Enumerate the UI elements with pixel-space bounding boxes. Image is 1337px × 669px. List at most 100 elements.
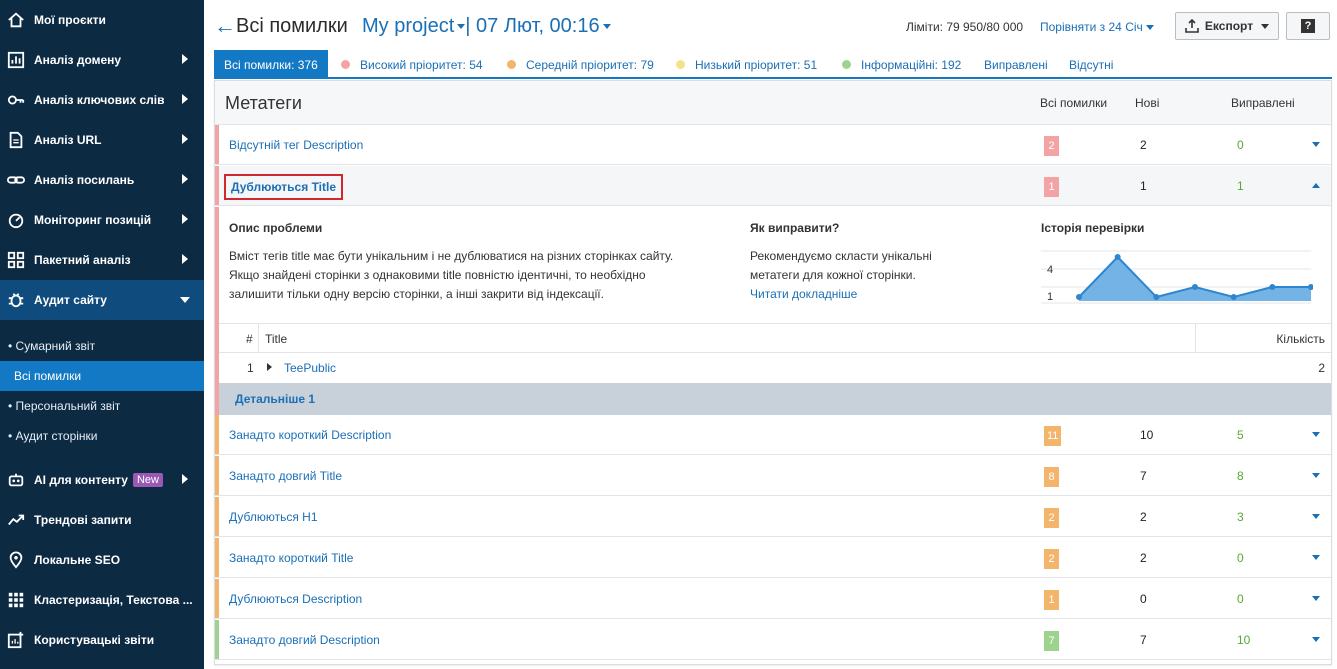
sidebar-item-domain-analysis[interactable]: Аналіз домену [0,40,204,80]
error-row[interactable]: Занадто короткий Description 11 10 5 [215,415,1331,455]
column-header-title: Title [265,332,288,346]
error-name-highlighted[interactable]: Дублюються Title [224,174,344,200]
error-name[interactable]: Занадто довгий Description [229,633,380,647]
details-bar[interactable]: Детальніше 1 [219,383,1331,415]
table-header: # Title Кількість [219,323,1331,384]
sidebar-item-clustering[interactable]: Кластеризація, Текстова ... [0,580,204,620]
tab-missing[interactable]: Відсутні [1069,50,1113,79]
error-name[interactable]: Занадто короткий Title [229,551,353,565]
audit-date: 07 Лют, 00:16 [476,15,600,37]
new-count: 10 [1140,428,1154,442]
new-badge: New [132,473,163,487]
sidebar-item-label: Користувацькі звіти [34,633,155,647]
history-tick-label: 1 [1047,291,1053,303]
tab-fixed[interactable]: Виправлені [984,50,1048,79]
error-row[interactable]: Занадто довгий Description 7 7 10 [215,620,1331,660]
sidebar-item-label: Трендові запити [34,513,132,527]
sidebar-item-url[interactable]: Аналіз URL [0,120,204,160]
row-title-link[interactable]: TeePublic [284,361,336,375]
sidebar-item-ai-content[interactable]: AI для контенту New [0,460,204,500]
sidebar-subitem-summary[interactable]: • Сумарний звіт [0,331,204,361]
limits-text: Ліміти: 79 950/80 000 [906,20,1024,34]
error-name[interactable]: Відсутній тег Description [229,138,363,152]
chevron-down-icon[interactable] [1312,514,1320,519]
help-icon: ? [1301,19,1315,33]
problem-text-line: Вміст тегів title має бути унікальним і … [229,249,674,263]
sidebar-item-trends[interactable]: Трендові запити [0,500,204,540]
fixed-count: 0 [1237,138,1244,152]
chevron-right-icon [182,214,188,224]
chevron-right-icon [182,474,188,484]
fixed-count: 0 [1237,551,1244,565]
error-row[interactable]: Занадто короткий Title 2 2 0 [215,538,1331,578]
chevron-down-icon[interactable] [1312,473,1320,478]
sidebar-subitem-personal-report[interactable]: • Персональний звіт [0,391,204,421]
sidebar-item-my-projects[interactable]: Мої проєкти [0,0,204,40]
page-title: Всі помилки [236,15,348,37]
robot-icon [6,470,26,490]
error-count-badge: 8 [1044,467,1059,487]
home-icon [6,10,26,30]
tab-informational[interactable]: Інформаційні: 192 [842,50,961,79]
compare-dropdown[interactable]: Порівняти з 24 Січ [1040,20,1154,34]
error-name[interactable]: Занадто довгий Title [229,469,342,483]
low-priority-dot-icon [676,60,685,69]
column-header-fixed: Виправлені [1231,96,1295,110]
sidebar-item-label: Моніторинг позицій [34,213,152,227]
details-link[interactable]: Детальніше 1 [235,392,315,406]
error-row-expanded[interactable]: Дублюються Title 1 1 1 [215,166,1331,206]
fix-heading: Як виправити? [750,221,840,235]
history-heading: Історія перевірки [1041,221,1145,235]
sidebar-item-keywords[interactable]: Аналіз ключових слів [0,80,204,120]
error-name[interactable]: Дублюються H1 [229,510,318,524]
new-count: 2 [1140,551,1147,565]
sidebar-item-label: Пакетний аналіз [34,253,131,267]
sidebar-item-site-audit[interactable]: Аудит сайту [0,280,204,320]
error-name[interactable]: Занадто короткий Description [229,428,391,442]
sidebar-subitem-all-errors[interactable]: Всі помилки [0,361,204,391]
export-label: Експорт [1204,19,1254,33]
sidebar-item-local-seo[interactable]: Локальне SEO [0,540,204,580]
history-point [1153,294,1160,300]
project-selector[interactable]: My project | 07 Лют, 00:16 [362,15,611,38]
priority-bar [215,497,219,536]
speedometer-icon [6,210,26,230]
table-row[interactable]: 1 TeePublic 2 [219,353,1331,383]
tab-all-errors[interactable]: Всі помилки: 376 [214,50,328,79]
priority-bar [215,620,219,659]
sidebar-item-label: Аналіз домену [34,53,122,67]
error-row[interactable]: Занадто довгий Title 8 7 8 [215,456,1331,496]
tab-low-priority[interactable]: Низький пріоритет: 51 [676,50,817,79]
duplicates-table: # Title Кількість 1 TeePublic 2 [219,323,1331,384]
tab-high-priority[interactable]: Високий пріоритет: 54 [341,50,483,79]
chevron-down-icon[interactable] [1312,142,1320,147]
back-arrow-icon[interactable]: ← [214,13,236,39]
sidebar-item-custom-reports[interactable]: Користувацькі звіти [0,620,204,660]
chevron-down-icon[interactable] [1312,596,1320,601]
sidebar-item-label: Аудит сайту [34,293,107,307]
sidebar-item-label: Аналіз URL [34,133,102,147]
sidebar-item-links[interactable]: Аналіз посилань [0,160,204,200]
caret-right-icon[interactable] [267,363,272,371]
error-row[interactable]: Дублюються H1 2 2 3 [215,497,1331,537]
chevron-down-icon[interactable] [1312,637,1320,642]
export-button[interactable]: Експорт [1175,12,1279,40]
chevron-up-icon[interactable] [1312,183,1320,188]
row-number: 1 [247,361,254,375]
help-button[interactable]: ? [1286,12,1330,40]
sidebar-item-batch-analysis[interactable]: Пакетний аналіз [0,240,204,280]
chevron-down-icon[interactable] [1312,432,1320,437]
error-name[interactable]: Дублюються Description [229,592,362,606]
error-row[interactable]: Відсутній тег Description 2 2 0 [215,125,1331,165]
chevron-down-icon[interactable] [1312,555,1320,560]
column-header-number: # [246,332,253,346]
priority-bar [215,456,219,495]
sidebar-item-rank-monitoring[interactable]: Моніторинг позицій [0,200,204,240]
caret-down-icon [602,24,611,30]
sidebar-subitem-page-audit[interactable]: • Аудит сторінки [0,421,204,451]
tab-medium-priority[interactable]: Середній пріоритет: 79 [507,50,654,79]
medium-priority-dot-icon [507,60,516,69]
error-row[interactable]: Дублюються Description 1 0 0 [215,579,1331,619]
error-count-badge: 1 [1044,177,1059,197]
read-more-link[interactable]: Читати докладніше [750,285,857,304]
